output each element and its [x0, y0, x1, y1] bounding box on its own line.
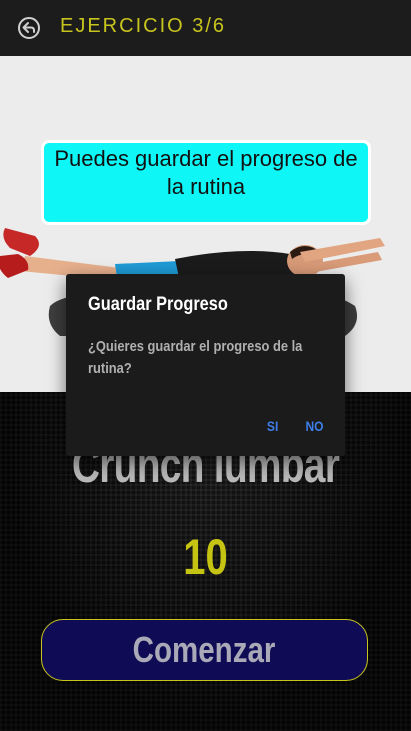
- top-bar: EJERCICIO 3/6: [0, 0, 411, 56]
- back-button[interactable]: [17, 16, 41, 40]
- dialog-message: ¿Quieres guardar el progreso de la rutin…: [88, 338, 303, 377]
- tutorial-tooltip: Puedes guardar el progreso de la rutina: [41, 140, 371, 225]
- dialog-no-button[interactable]: NO: [305, 418, 323, 434]
- start-button[interactable]: Comenzar: [41, 619, 368, 681]
- repetitions-count: 10: [183, 529, 228, 585]
- dialog-yes-button[interactable]: SI: [267, 418, 278, 434]
- screen-title: EJERCICIO 3/6: [60, 15, 227, 37]
- back-arrow-icon: [18, 17, 40, 39]
- start-button-label: Comenzar: [133, 629, 276, 670]
- save-progress-dialog: Guardar Progreso ¿Quieres guardar el pro…: [66, 274, 345, 456]
- dialog-title: Guardar Progreso: [88, 294, 228, 315]
